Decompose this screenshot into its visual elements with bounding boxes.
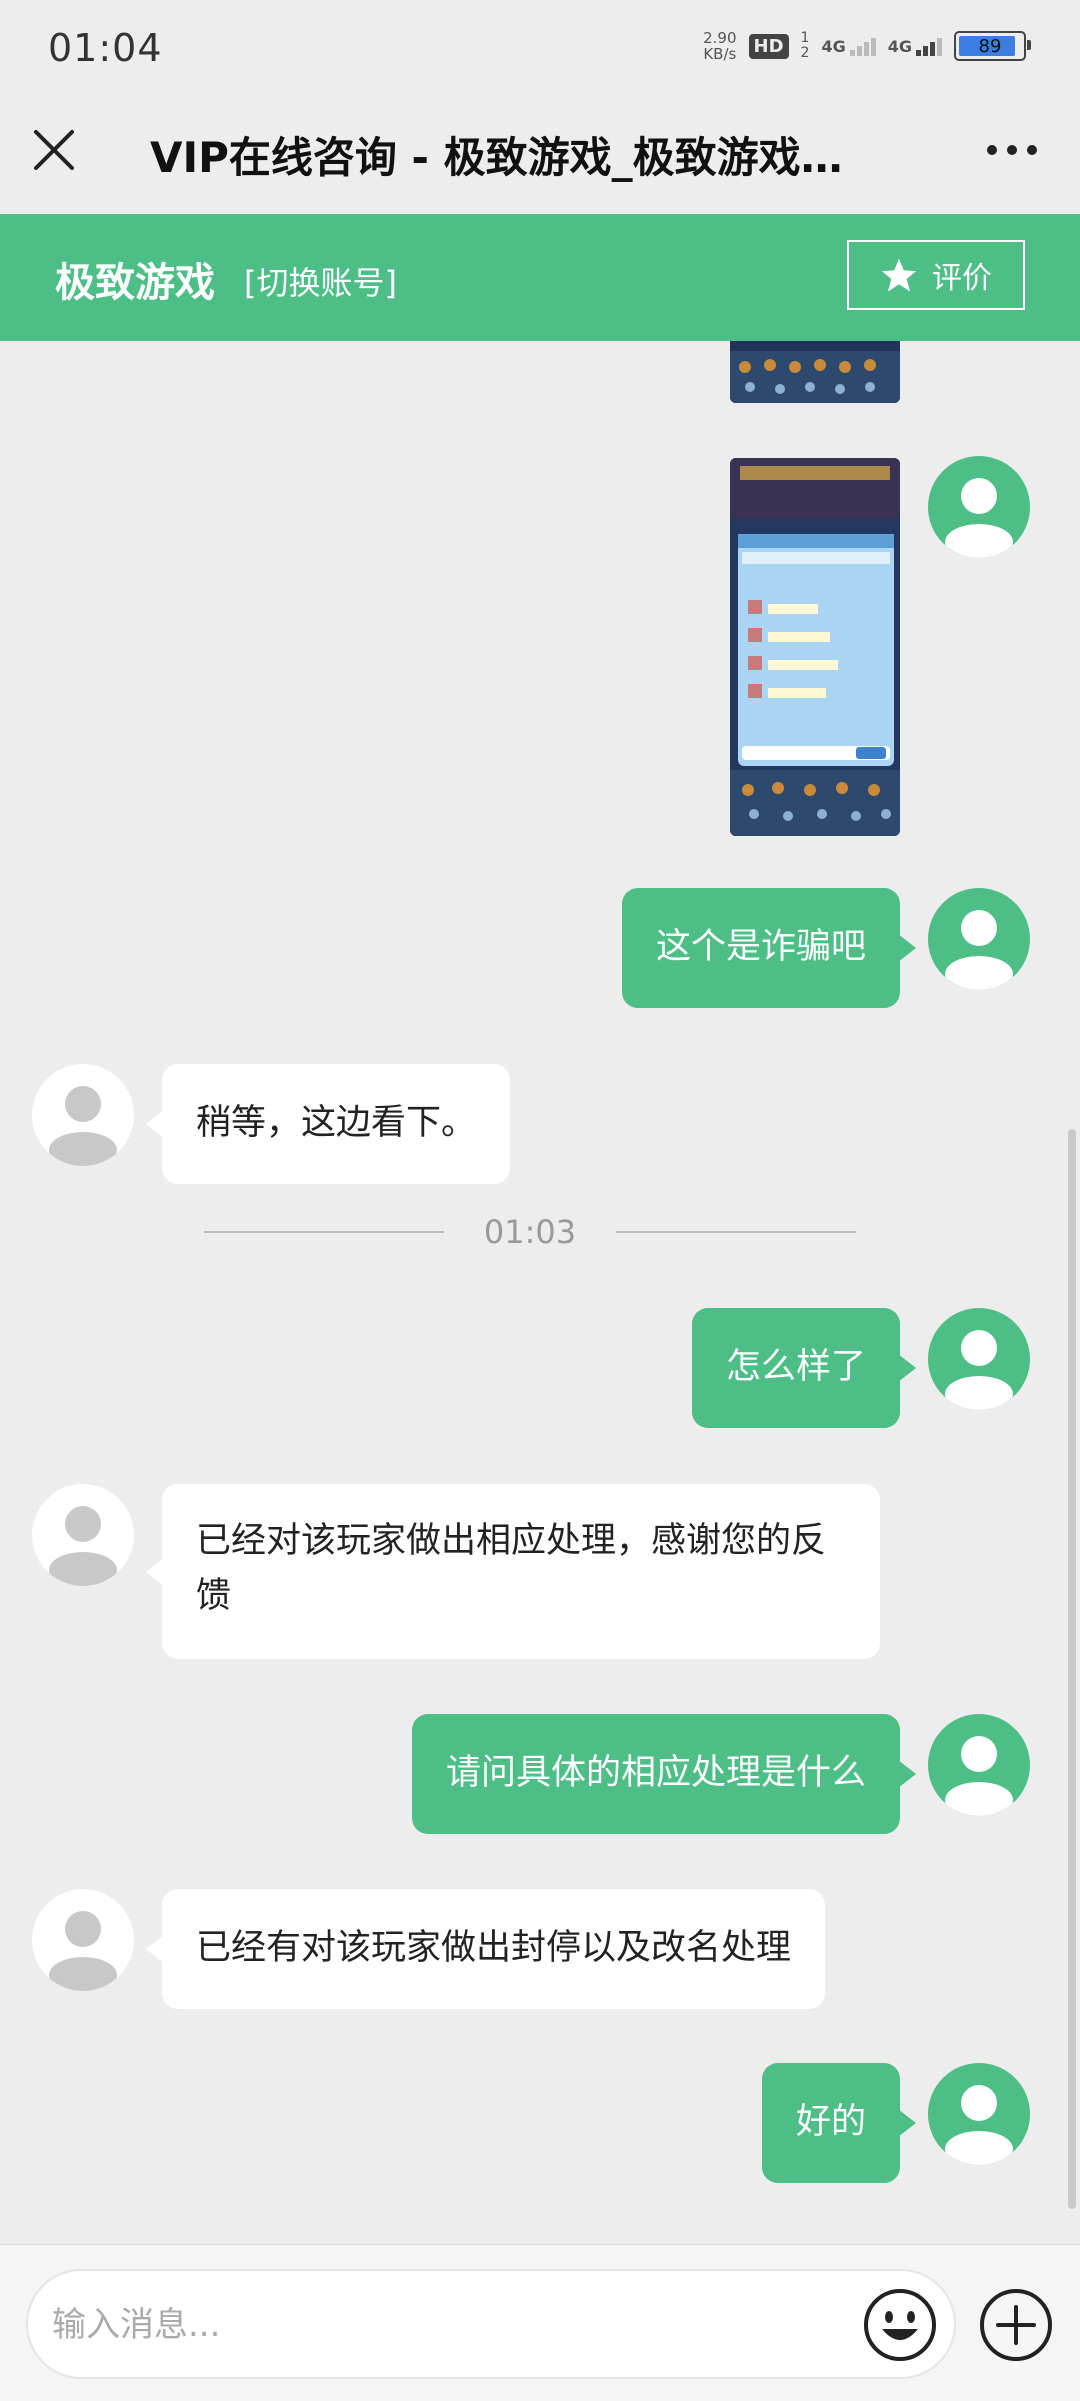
network-speed: 2.90 KB/s xyxy=(703,29,737,63)
message-image[interactable] xyxy=(730,458,900,836)
message-input[interactable] xyxy=(50,2293,834,2357)
agent-avatar[interactable] xyxy=(32,1889,134,1991)
message-image[interactable] xyxy=(730,341,900,403)
message-bubble-sent[interactable]: 好的 xyxy=(761,2063,917,2183)
message-bubble-received[interactable]: 已经有对该玩家做出封停以及改名处理 xyxy=(145,1889,826,2009)
rate-button[interactable]: 评价 xyxy=(847,240,1025,310)
user-avatar[interactable] xyxy=(928,1308,1030,1410)
scrollbar[interactable] xyxy=(1068,1129,1076,2209)
message-bubble-sent[interactable]: 这个是诈骗吧 xyxy=(621,888,917,1008)
signal-icon-2: 4G xyxy=(888,37,942,56)
message-bubble-received[interactable]: 稍等，这边看下。 xyxy=(145,1064,511,1184)
user-avatar[interactable] xyxy=(928,888,1030,990)
message-input-container[interactable] xyxy=(26,2269,956,2379)
emoji-icon[interactable] xyxy=(862,2287,938,2363)
user-avatar[interactable] xyxy=(928,456,1030,558)
rate-label: 评价 xyxy=(932,261,992,296)
message-bubble-sent[interactable]: 请问具体的相应处理是什么 xyxy=(411,1714,917,1834)
user-avatar[interactable] xyxy=(928,1714,1030,1816)
user-avatar[interactable] xyxy=(928,2063,1030,2165)
brand-name: 极致游戏 xyxy=(55,260,215,306)
star-icon xyxy=(881,258,917,292)
agent-avatar[interactable] xyxy=(32,1064,134,1166)
message-bubble-sent[interactable]: 怎么样了 xyxy=(691,1308,917,1428)
plus-icon[interactable] xyxy=(978,2287,1054,2363)
status-time: 01:04 xyxy=(48,26,163,70)
chat-timestamp: 01:03 xyxy=(0,1213,1060,1251)
close-icon[interactable] xyxy=(32,128,76,172)
service-header: 极致游戏 [切换账号] 评价 xyxy=(0,214,1080,341)
status-bar: 01:04 2.90 KB/s HD 1 2 4G 4G 89 xyxy=(0,0,1080,100)
title-bar: VIP在线咨询 - 极致游戏_极致游戏… xyxy=(0,100,1080,214)
message-bubble-received[interactable]: 已经对该玩家做出相应处理，感谢您的反馈 xyxy=(146,1484,880,1659)
hd-icon: HD xyxy=(748,33,789,59)
battery-icon: 89 xyxy=(954,31,1031,61)
page-title: VIP在线咨询 - 极致游戏_极致游戏… xyxy=(150,133,843,182)
sim-indicator: 1 2 xyxy=(800,30,810,61)
agent-avatar[interactable] xyxy=(32,1484,134,1586)
more-options-icon[interactable] xyxy=(984,140,1040,160)
chat-area[interactable]: 这个是诈骗吧 稍等，这边看下。 01:03 怎么样了 已经对该玩家做出相应处理，… xyxy=(0,341,1080,2244)
switch-account-link[interactable]: [切换账号] xyxy=(244,258,397,304)
status-icons: 2.90 KB/s HD 1 2 4G 4G 89 xyxy=(703,29,1031,63)
input-bar xyxy=(0,2244,1080,2401)
signal-icon-1: 4G xyxy=(821,37,876,56)
